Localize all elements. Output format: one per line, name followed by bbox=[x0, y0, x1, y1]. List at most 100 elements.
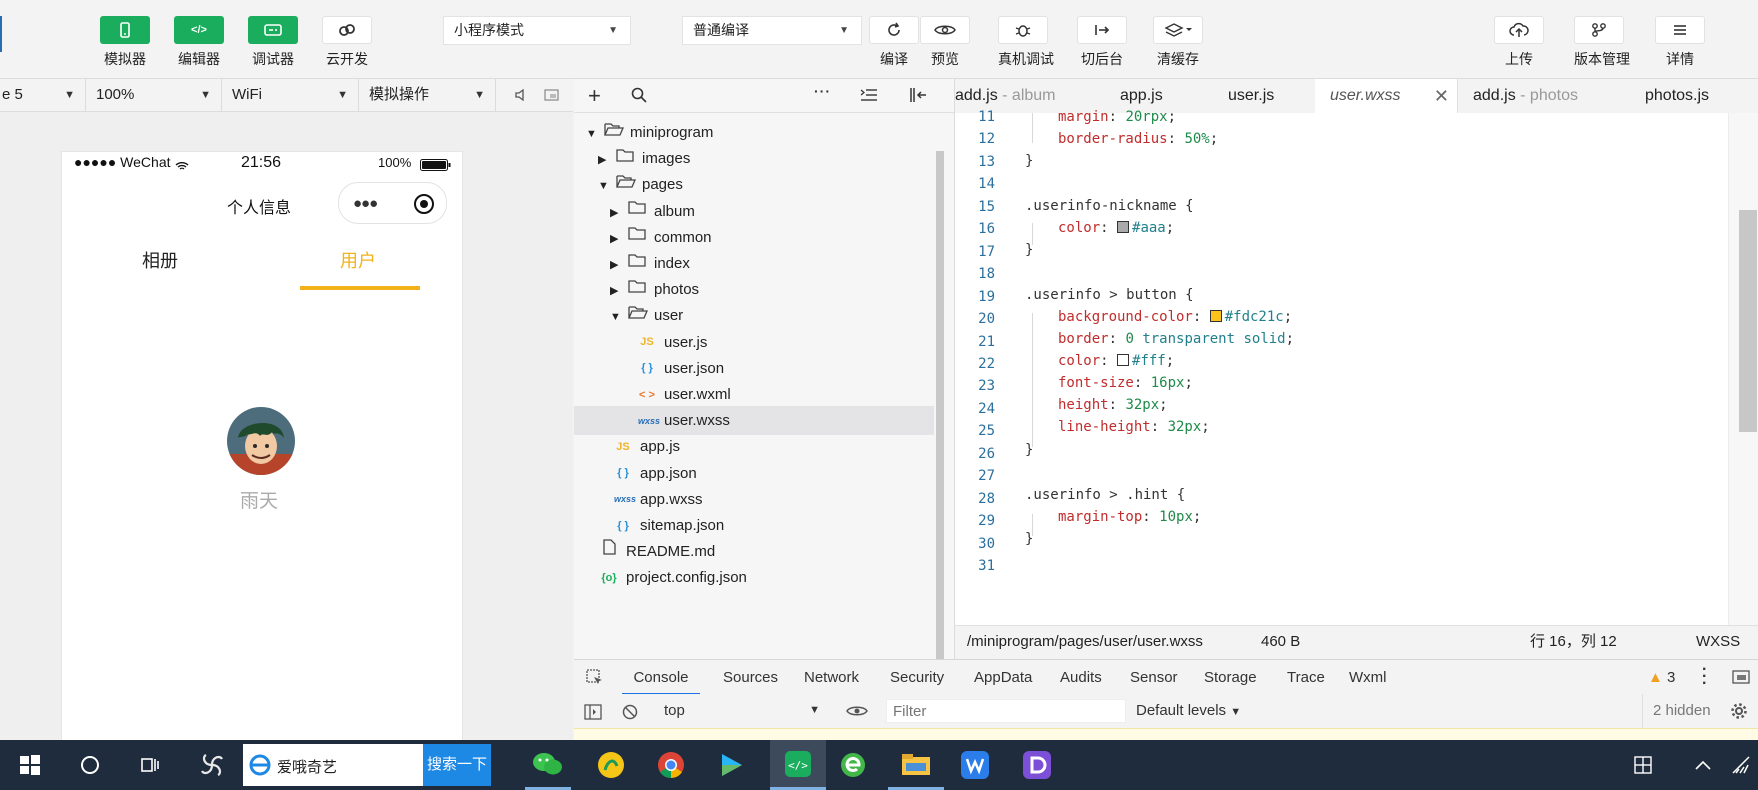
explorer-scrollbar[interactable] bbox=[936, 151, 944, 661]
language-mode[interactable]: WXSS bbox=[1696, 626, 1740, 658]
background-button[interactable]: 切后台 bbox=[1077, 16, 1127, 69]
devtools-tab-security[interactable]: Security bbox=[890, 660, 944, 695]
editor-scrollbar-thumb[interactable] bbox=[1739, 210, 1757, 432]
version-button[interactable]: 版本管理 bbox=[1574, 16, 1630, 69]
editor-scrollbar-track[interactable] bbox=[1728, 113, 1758, 625]
devtools-tab-storage[interactable]: Storage bbox=[1204, 660, 1257, 695]
sidebar-toggle-icon[interactable] bbox=[584, 704, 602, 723]
add-file-icon[interactable]: + bbox=[588, 83, 601, 109]
tab-album[interactable]: 相册 bbox=[142, 247, 178, 273]
tab-user-wxss[interactable]: user.wxss ✕ bbox=[1315, 79, 1458, 113]
clear-console-icon[interactable] bbox=[622, 704, 638, 723]
collapse-all-icon[interactable] bbox=[860, 88, 878, 105]
tree-file[interactable]: { } app.json bbox=[574, 459, 934, 488]
avatar[interactable] bbox=[226, 406, 296, 479]
cortana-circle-icon[interactable] bbox=[70, 740, 110, 790]
upload-button[interactable]: 上传 bbox=[1494, 16, 1544, 69]
tree-folder[interactable]: ▼ miniprogram bbox=[574, 118, 934, 147]
toggle-panel-icon[interactable] bbox=[909, 87, 927, 106]
color-swatch[interactable] bbox=[1117, 354, 1130, 366]
video-player-icon[interactable] bbox=[708, 740, 754, 790]
more-options-icon[interactable]: ··· bbox=[814, 83, 831, 99]
tab-photos-js[interactable]: photos.js bbox=[1645, 79, 1709, 113]
tree-folder[interactable]: ▶ images bbox=[574, 144, 934, 173]
compile-mode-select[interactable]: 普通编译 ▼ bbox=[682, 16, 862, 45]
details-button[interactable]: 详情 bbox=[1655, 16, 1705, 69]
color-swatch[interactable] bbox=[1209, 310, 1222, 322]
chrome-browser-icon[interactable] bbox=[648, 740, 694, 790]
compile-button[interactable]: 编译 bbox=[869, 16, 919, 69]
more-dots-icon[interactable]: ●●● bbox=[353, 195, 378, 212]
tree-file[interactable]: JS user.js bbox=[574, 328, 934, 357]
tab-add-js-album[interactable]: add.js - album bbox=[955, 79, 1056, 113]
tree-file[interactable]: JS app.js bbox=[574, 432, 934, 461]
devtools-tab-wxml[interactable]: Wxml bbox=[1349, 660, 1387, 695]
browser-e-icon[interactable] bbox=[830, 740, 876, 790]
tree-folder[interactable]: ▼ user bbox=[574, 301, 934, 330]
tab-app-js[interactable]: app.js bbox=[1120, 79, 1163, 113]
code-editor[interactable]: 11 12 13 14 15 16 17 18 19 20 21 22 23 24 25 26 27 28 29 30… bbox=[955, 109, 1758, 625]
tree-folder[interactable]: ▶ album bbox=[574, 197, 934, 226]
operation-select[interactable]: 模拟操作 ▼ bbox=[359, 79, 496, 111]
devtools-tab-sources[interactable]: Sources bbox=[723, 660, 778, 695]
ime-indicator-icon[interactable] bbox=[1628, 740, 1658, 790]
file-explorer-icon[interactable] bbox=[888, 740, 944, 790]
tree-file[interactable]: wxss user.wxss bbox=[574, 406, 934, 436]
dock-icon[interactable] bbox=[1732, 670, 1750, 687]
inspect-element-icon[interactable] bbox=[586, 669, 604, 690]
clear-cache-button[interactable]: 清缓存 bbox=[1153, 16, 1203, 69]
log-levels-select[interactable]: Default levels ▼ bbox=[1136, 694, 1241, 728]
cursor-position[interactable]: 行 16，列 12 bbox=[1530, 626, 1617, 658]
devtools-tab-audits[interactable]: Audits bbox=[1060, 660, 1102, 695]
devtools-tab-console[interactable]: Console bbox=[622, 660, 700, 695]
close-icon[interactable]: ✕ bbox=[1434, 79, 1449, 113]
debugger-button[interactable]: 调试器 bbox=[248, 16, 298, 69]
tab-add-js-photos[interactable]: add.js - photos bbox=[1473, 79, 1578, 113]
kebab-menu-icon[interactable]: · · · bbox=[1702, 662, 1707, 692]
tree-file[interactable]: < > user.wxml bbox=[574, 380, 934, 409]
taskbar-search-box[interactable]: 爱哦奇艺 bbox=[243, 744, 423, 786]
windows-start-icon[interactable] bbox=[10, 740, 50, 790]
device-select[interactable]: e 5 ▼ bbox=[0, 79, 86, 111]
wechat-devtools-icon[interactable]: </> bbox=[770, 740, 826, 790]
popout-icon[interactable] bbox=[544, 88, 560, 105]
devtools-tab-trace[interactable]: Trace bbox=[1287, 660, 1325, 695]
search-icon[interactable] bbox=[631, 87, 647, 106]
remote-debug-button[interactable]: 真机调试 bbox=[998, 16, 1054, 69]
eye-icon[interactable] bbox=[846, 704, 868, 721]
warnings-counter[interactable]: ▲ 3 bbox=[1648, 660, 1675, 695]
zoom-select[interactable]: 100% ▼ bbox=[86, 79, 222, 111]
settings-gear-icon[interactable] bbox=[1730, 702, 1748, 723]
tree-file[interactable]: README.md bbox=[574, 537, 934, 566]
tree-folder[interactable]: ▶ common bbox=[574, 223, 934, 252]
tree-folder[interactable]: ▶ photos bbox=[574, 275, 934, 304]
devtools-tab-sensor[interactable]: Sensor bbox=[1130, 660, 1178, 695]
cloud-button[interactable]: 云开发 bbox=[322, 16, 372, 69]
tree-folder[interactable]: ▼ pages bbox=[574, 170, 934, 199]
network-select[interactable]: WiFi ▼ bbox=[222, 79, 359, 111]
music-app-icon[interactable] bbox=[588, 740, 634, 790]
console-filter-input[interactable] bbox=[886, 699, 1126, 723]
chevron-up-icon[interactable] bbox=[1688, 740, 1718, 790]
speaker-icon[interactable] bbox=[514, 88, 528, 105]
tree-file[interactable]: { } sitemap.json bbox=[574, 511, 934, 540]
simulator-button[interactable]: 模拟器 bbox=[100, 16, 150, 69]
editor-button[interactable]: </> 编辑器 bbox=[174, 16, 224, 69]
tab-user-js[interactable]: user.js bbox=[1228, 79, 1274, 113]
tree-file[interactable]: { } user.json bbox=[574, 354, 934, 383]
tree-file[interactable]: {o} project.config.json bbox=[574, 563, 934, 592]
color-swatch[interactable] bbox=[1117, 221, 1130, 233]
devtools-tab-network[interactable]: Network bbox=[804, 660, 859, 695]
taskbar-search-button[interactable]: 搜索一下 bbox=[423, 744, 491, 786]
context-select[interactable]: top ▼ bbox=[656, 698, 828, 723]
preview-button[interactable]: 预览 bbox=[920, 16, 970, 69]
devtools-tab-appdata[interactable]: AppData bbox=[974, 660, 1032, 695]
close-target-icon[interactable] bbox=[413, 193, 435, 218]
tab-user[interactable]: 用户 bbox=[340, 247, 376, 273]
wps-writer-icon[interactable] bbox=[952, 740, 998, 790]
purple-app-icon[interactable] bbox=[1014, 740, 1060, 790]
tree-file[interactable]: wxss app.wxss bbox=[574, 485, 934, 514]
mode-select[interactable]: 小程序模式 ▼ bbox=[443, 16, 631, 45]
task-view-icon[interactable] bbox=[130, 740, 170, 790]
pinwheel-app-icon[interactable] bbox=[192, 740, 232, 790]
